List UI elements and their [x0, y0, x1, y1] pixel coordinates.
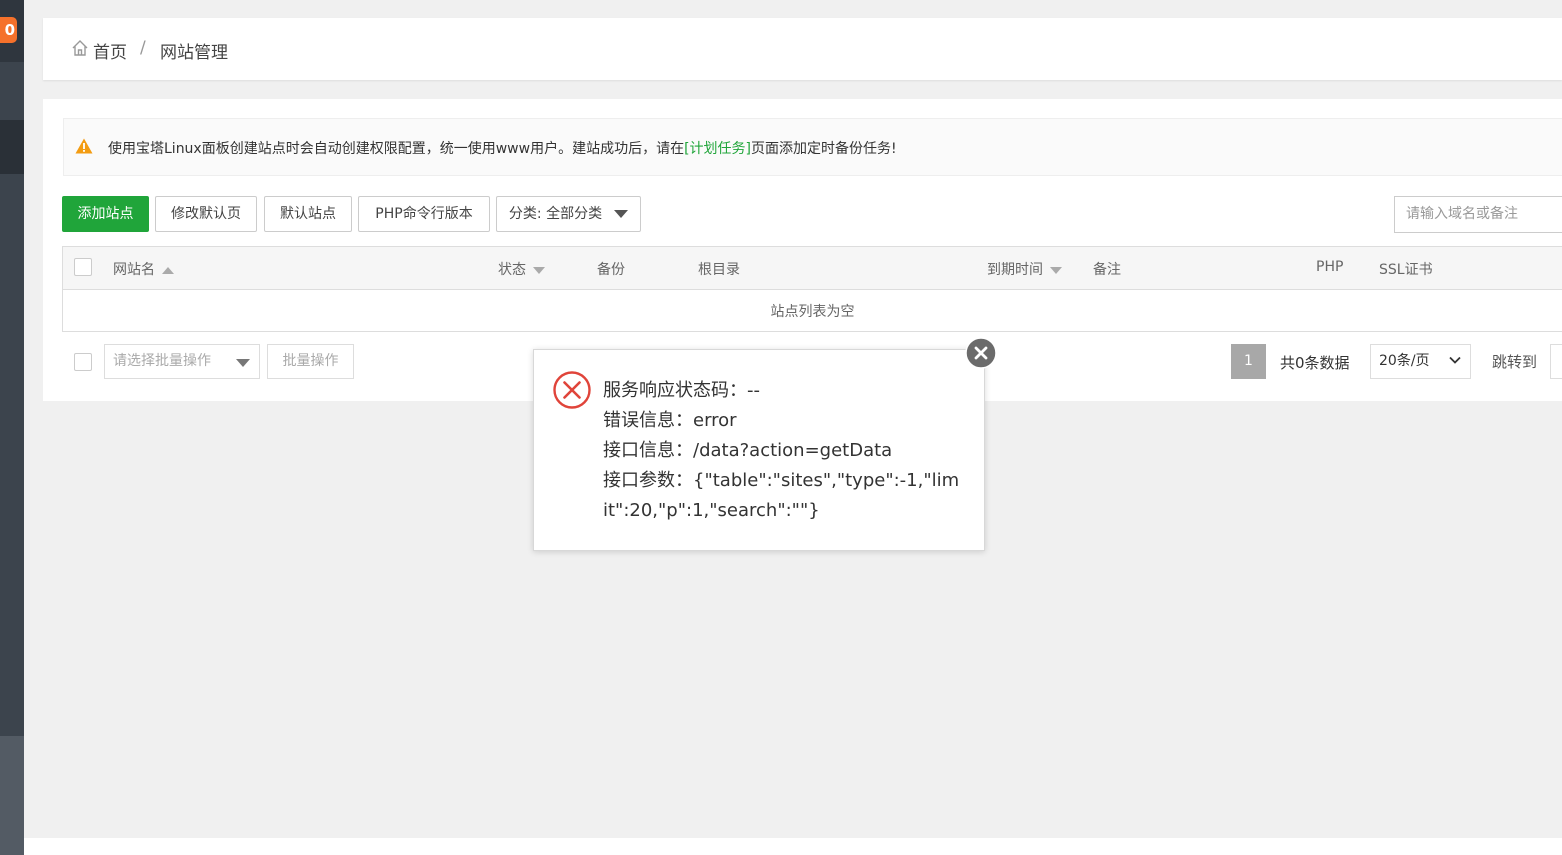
header-backup: 备份	[597, 262, 625, 278]
jump-to-label: 跳转到	[1492, 353, 1538, 371]
header-expire-time[interactable]: 到期时间	[987, 259, 1062, 279]
sidebar: 0	[0, 0, 24, 855]
sort-asc-icon	[162, 266, 174, 274]
header-ssl: SSL证书	[1379, 262, 1433, 278]
php-cli-version-button[interactable]: PHP命令行版本	[358, 196, 490, 232]
select-all-checkbox[interactable]	[74, 258, 92, 276]
error-message-line: 错误信息：error	[603, 410, 737, 431]
close-icon[interactable]	[965, 337, 997, 369]
tip-alert: 使用宝塔Linux面板创建站点时会自动创建权限配置，统一使用www用户。建站成功…	[63, 118, 1562, 176]
breadcrumb-home[interactable]: 首页	[93, 38, 127, 63]
header-remark: 备注	[1093, 262, 1121, 278]
site-table: 网站名 状态 备份 根目录 到期时间 备注 PHP SSL证书 站点列表为空	[62, 246, 1562, 332]
batch-checkbox[interactable]	[74, 353, 92, 371]
sidebar-bottom	[0, 736, 24, 855]
chevron-down-icon	[1449, 356, 1461, 364]
caret-down-icon	[236, 359, 250, 367]
status-code-line: 服务响应状态码：--	[603, 380, 760, 401]
notification-badge[interactable]: 0	[0, 17, 17, 43]
caret-down-icon	[614, 210, 629, 218]
error-details: 服务响应状态码：-- 错误信息：error 接口信息：/data?action=…	[603, 376, 963, 526]
search-input[interactable]: 请输入域名或备注	[1394, 196, 1562, 233]
edit-default-page-button[interactable]: 修改默认页	[155, 196, 257, 232]
home-icon[interactable]	[71, 39, 89, 57]
total-count: 共0条数据	[1280, 354, 1350, 372]
breadcrumb-current: 网站管理	[160, 43, 228, 63]
header-site-name[interactable]: 网站名	[113, 259, 174, 279]
api-info-line: 接口信息：/data?action=getData	[603, 440, 893, 461]
jump-page-input[interactable]	[1550, 344, 1562, 379]
batch-action-button[interactable]: 批量操作	[267, 344, 354, 379]
header-root-dir: 根目录	[698, 262, 740, 278]
category-dropdown[interactable]: 分类: 全部分类	[496, 196, 641, 232]
sort-desc-icon	[533, 266, 545, 274]
error-dialog: 服务响应状态码：-- 错误信息：error 接口信息：/data?action=…	[533, 349, 985, 551]
sidebar-top: 0	[0, 0, 24, 62]
batch-action-select[interactable]: 请选择批量操作	[104, 344, 260, 379]
sort-desc-icon	[1050, 266, 1062, 274]
warning-icon	[75, 138, 93, 154]
footer-strip	[24, 838, 1562, 855]
api-params-line: 接口参数：{"table":"sites","type":-1,"limit":…	[603, 470, 960, 521]
page-number-current[interactable]: 1	[1231, 344, 1266, 379]
breadcrumb: 首页 / 网站管理	[43, 18, 1562, 80]
page-size-select[interactable]: 20条/页	[1370, 344, 1471, 379]
breadcrumb-separator: /	[140, 38, 146, 58]
add-site-button[interactable]: 添加站点	[62, 196, 149, 232]
table-header: 网站名 状态 备份 根目录 到期时间 备注 PHP SSL证书	[63, 247, 1562, 290]
header-status[interactable]: 状态	[498, 259, 545, 279]
alert-text: 使用宝塔Linux面板创建站点时会自动创建权限配置，统一使用www用户。建站成功…	[108, 141, 897, 157]
error-icon	[553, 371, 591, 409]
default-site-button[interactable]: 默认站点	[264, 196, 352, 232]
sidebar-active-item[interactable]	[0, 120, 24, 174]
cron-task-link[interactable]: [计划任务]	[684, 141, 751, 157]
header-php: PHP	[1316, 259, 1344, 275]
empty-message: 站点列表为空	[770, 304, 855, 320]
